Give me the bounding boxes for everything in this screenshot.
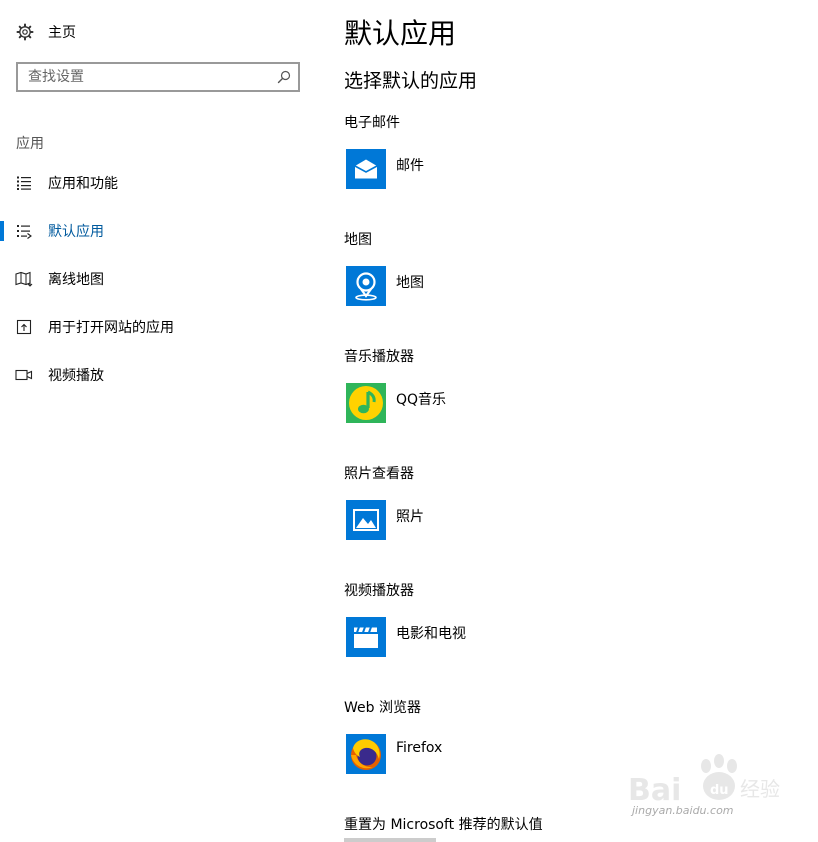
category-label-web-browser: Web 浏览器 bbox=[344, 700, 421, 716]
sidebar: 主页 应用 应用和功能 bbox=[0, 0, 320, 842]
svg-text:经验: 经验 bbox=[740, 777, 780, 801]
movies-tv-app-icon bbox=[346, 617, 386, 657]
reset-label: 重置为 Microsoft 推荐的默认值 bbox=[344, 817, 543, 833]
app-name: 邮件 bbox=[396, 158, 424, 174]
sidebar-item-label: 默认应用 bbox=[48, 224, 104, 240]
svg-text:Bai: Bai bbox=[628, 773, 681, 808]
video-camera-icon bbox=[14, 366, 34, 384]
category-label-music: 音乐播放器 bbox=[344, 349, 414, 365]
sidebar-item-offline-maps[interactable]: 离线地图 bbox=[0, 261, 320, 297]
home-label: 主页 bbox=[48, 25, 76, 41]
default-web-browser-button[interactable]: Firefox bbox=[344, 732, 442, 776]
selection-indicator bbox=[0, 173, 4, 193]
watermark-url: jingyan.baidu.com bbox=[632, 804, 734, 817]
gear-icon bbox=[16, 23, 34, 41]
category-label-maps: 地图 bbox=[344, 232, 372, 248]
section-subtitle: 选择默认的应用 bbox=[344, 70, 478, 92]
svg-text:du: du bbox=[710, 783, 729, 798]
app-name: 地图 bbox=[396, 275, 424, 291]
section-label: 应用 bbox=[16, 136, 44, 152]
sidebar-item-label: 应用和功能 bbox=[48, 176, 118, 192]
default-apps-icon bbox=[14, 222, 34, 240]
firefox-app-icon bbox=[346, 734, 386, 774]
category-label-email: 电子邮件 bbox=[344, 115, 400, 131]
selection-indicator bbox=[0, 317, 4, 337]
default-music-app-button[interactable]: QQ音乐 bbox=[344, 381, 446, 425]
search-icon[interactable] bbox=[270, 64, 298, 90]
sidebar-item-default-apps[interactable]: 默认应用 bbox=[0, 213, 320, 249]
default-email-app-button[interactable]: 邮件 bbox=[344, 147, 424, 191]
app-name: QQ音乐 bbox=[396, 392, 447, 408]
default-maps-app-button[interactable]: 地图 bbox=[344, 264, 424, 308]
selection-indicator bbox=[0, 269, 4, 289]
sidebar-item-label: 离线地图 bbox=[48, 272, 104, 288]
default-video-app-button[interactable]: 电影和电视 bbox=[344, 615, 466, 659]
photos-app-icon bbox=[346, 500, 386, 540]
search-input[interactable] bbox=[18, 64, 270, 90]
list-icon bbox=[14, 174, 34, 192]
selection-indicator bbox=[0, 365, 4, 385]
sidebar-item-label: 用于打开网站的应用 bbox=[48, 320, 174, 336]
sidebar-item-apps-features[interactable]: 应用和功能 bbox=[0, 165, 320, 201]
home-button[interactable]: 主页 bbox=[16, 21, 76, 43]
category-label-photo-viewer: 照片查看器 bbox=[344, 466, 414, 482]
page-title: 默认应用 bbox=[344, 17, 457, 50]
offline-map-icon bbox=[14, 270, 34, 288]
sidebar-item-apps-for-websites[interactable]: 用于打开网站的应用 bbox=[0, 309, 320, 345]
selection-indicator bbox=[0, 221, 4, 241]
sidebar-item-video-playback[interactable]: 视频播放 bbox=[0, 357, 320, 393]
app-name: 照片 bbox=[396, 509, 424, 525]
reset-button[interactable] bbox=[344, 838, 436, 842]
open-website-icon bbox=[14, 318, 34, 336]
app-name: 电影和电视 bbox=[396, 626, 466, 642]
category-label-video: 视频播放器 bbox=[344, 583, 414, 599]
default-photo-viewer-button[interactable]: 照片 bbox=[344, 498, 424, 542]
mail-app-icon bbox=[346, 149, 386, 189]
app-name: Firefox bbox=[396, 740, 443, 756]
qq-music-app-icon bbox=[346, 383, 386, 423]
sidebar-item-label: 视频播放 bbox=[48, 368, 104, 384]
search-box bbox=[16, 62, 300, 92]
maps-app-icon bbox=[346, 266, 386, 306]
